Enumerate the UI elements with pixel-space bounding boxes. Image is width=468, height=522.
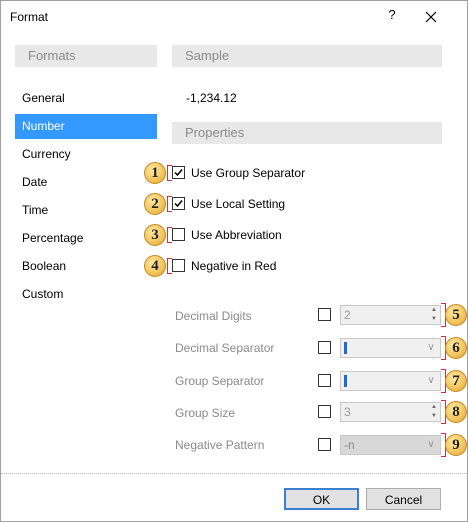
cancel-button[interactable]: Cancel (366, 488, 441, 510)
callout-marker-6: 6 (445, 337, 467, 359)
window-title: Format (10, 10, 49, 24)
use-local-setting-checkbox[interactable] (172, 197, 185, 210)
group-size-value: 3 (344, 405, 351, 419)
negative-in-red-checkbox[interactable] (172, 259, 185, 272)
use-abbreviation-checkbox[interactable] (172, 228, 185, 241)
use-local-setting-label: Use Local Setting (191, 197, 286, 211)
group-size-spin[interactable]: 3 ▲ ▼ (340, 402, 441, 422)
decimal-digits-label: Decimal Digits (175, 309, 252, 323)
format-dialog: Format ? Formats General Number Currency… (0, 0, 468, 522)
format-item-time[interactable]: Time (15, 198, 157, 223)
negative-pattern-checkbox[interactable] (318, 438, 331, 451)
format-item-boolean[interactable]: Boolean (15, 254, 157, 279)
chevron-down-icon[interactable]: ∨ (424, 340, 438, 356)
close-icon[interactable] (421, 7, 441, 27)
format-item-general[interactable]: General (15, 86, 157, 111)
callout-marker-5: 5 (445, 304, 467, 326)
format-item-currency[interactable]: Currency (15, 142, 157, 167)
callout-marker-7: 7 (445, 370, 467, 392)
spin-down-icon[interactable]: ▼ (428, 315, 440, 324)
text-caret (344, 342, 347, 354)
spin-buttons[interactable]: ▲ ▼ (428, 306, 440, 324)
negative-pattern-combo[interactable]: -n ∨ (340, 435, 441, 455)
ok-button[interactable]: OK (284, 488, 359, 510)
use-abbreviation-label: Use Abbreviation (191, 228, 282, 242)
text-caret (344, 375, 347, 387)
use-group-separator-checkbox[interactable] (172, 166, 185, 179)
formats-header: Formats (15, 45, 157, 67)
group-size-checkbox[interactable] (318, 405, 331, 418)
callout-marker-8: 8 (445, 401, 467, 423)
decimal-separator-combo[interactable]: ∨ (340, 338, 441, 358)
decimal-separator-checkbox[interactable] (318, 341, 331, 354)
chevron-down-icon[interactable]: ∨ (424, 437, 438, 453)
spin-up-icon[interactable]: ▲ (428, 403, 440, 412)
callout-marker-3: 3 (144, 224, 166, 246)
decimal-digits-value: 2 (344, 308, 351, 322)
properties-header: Properties (172, 122, 442, 144)
negative-in-red-label: Negative in Red (191, 259, 277, 273)
group-separator-checkbox[interactable] (318, 374, 331, 387)
callout-marker-2: 2 (144, 193, 166, 215)
negative-pattern-label: Negative Pattern (175, 438, 265, 452)
sample-header: Sample (172, 45, 442, 67)
callout-marker-9: 9 (445, 434, 467, 456)
decimal-digits-spin[interactable]: 2 ▲ ▼ (340, 305, 441, 325)
group-separator-label: Group Separator (175, 374, 265, 388)
spin-buttons[interactable]: ▲ ▼ (428, 403, 440, 421)
spin-up-icon[interactable]: ▲ (428, 306, 440, 315)
negative-pattern-value: -n (344, 438, 355, 452)
sample-value: -1,234.12 (186, 91, 237, 105)
spin-down-icon[interactable]: ▼ (428, 412, 440, 421)
format-item-number[interactable]: Number (15, 114, 157, 139)
group-separator-combo[interactable]: ∨ (340, 371, 441, 391)
use-group-separator-label: Use Group Separator (191, 166, 306, 180)
callout-marker-4: 4 (144, 255, 166, 277)
help-button[interactable]: ? (384, 7, 400, 25)
chevron-down-icon[interactable]: ∨ (424, 373, 438, 389)
callout-marker-1: 1 (144, 162, 166, 184)
title-bar: Format ? (1, 1, 467, 33)
format-item-percentage[interactable]: Percentage (15, 226, 157, 251)
decimal-separator-label: Decimal Separator (175, 341, 275, 355)
format-item-date[interactable]: Date (15, 170, 157, 195)
footer-divider (1, 473, 467, 474)
group-size-label: Group Size (175, 406, 236, 420)
decimal-digits-checkbox[interactable] (318, 308, 331, 321)
format-item-custom[interactable]: Custom (15, 282, 157, 307)
